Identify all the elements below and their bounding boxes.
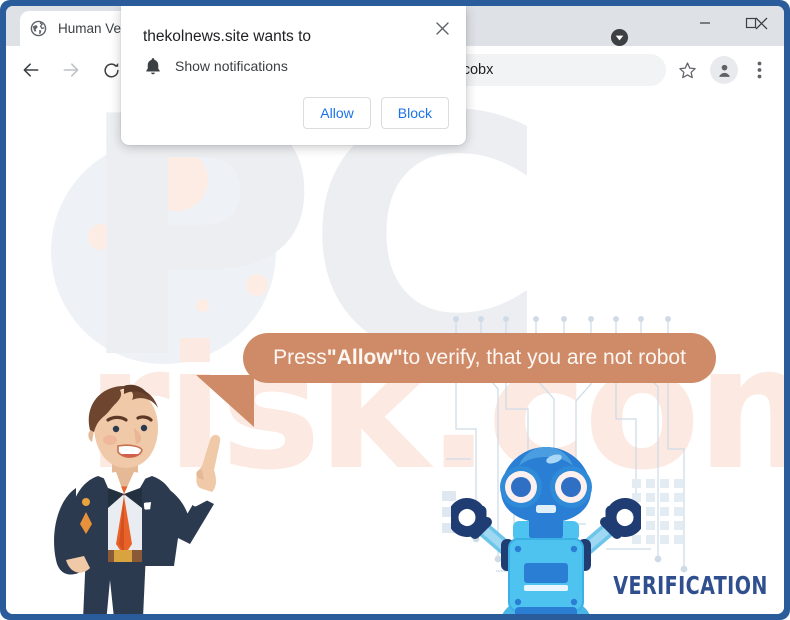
browser-window-inner: Human Verification PC risk.co Press "All… [6, 6, 784, 614]
watermark-dot [88, 224, 114, 250]
speech-bubble-emphasis: "Allow" [326, 346, 403, 369]
window-close-button[interactable] [738, 6, 784, 40]
permission-dialog-title: thekolnews.site wants to [143, 28, 312, 45]
back-arrow-icon[interactable] [16, 55, 46, 85]
watermark-dot [246, 274, 268, 296]
verification-label: VERIFICATION [613, 571, 768, 600]
permission-row: Show notifications [143, 56, 288, 76]
chevron-down-circle-icon[interactable] [610, 28, 629, 47]
watermark-dot [146, 149, 208, 211]
permission-dialog-close-icon[interactable] [429, 15, 455, 41]
profile-avatar[interactable] [710, 56, 738, 84]
speech-bubble-suffix: to verify, that you are not robot [402, 346, 686, 369]
page-viewport: PC risk.com [6, 94, 784, 614]
permission-dialog-actions: Allow Block [303, 97, 449, 129]
three-dots-vertical-icon[interactable] [744, 55, 774, 85]
watermark-dot [196, 299, 209, 312]
permission-label: Show notifications [175, 58, 288, 74]
block-button[interactable]: Block [380, 97, 449, 129]
forward-arrow-icon [56, 55, 86, 85]
globe-icon [30, 20, 47, 37]
watermark-circle [51, 139, 276, 364]
window-minimize-button[interactable] [682, 6, 728, 40]
speech-bubble: Press "Allow" to verify, that you are no… [243, 333, 716, 383]
allow-button[interactable]: Allow [303, 97, 371, 129]
bell-icon [146, 58, 160, 75]
browser-window: Human Verification PC risk.co Press "All… [0, 0, 790, 620]
speech-bubble-tail [196, 375, 254, 427]
notification-permission-dialog: thekolnews.site wants to Show notificati… [121, 6, 466, 145]
star-icon[interactable] [672, 55, 702, 85]
speech-bubble-prefix: Press [273, 346, 327, 369]
watermark-dot [154, 249, 170, 265]
